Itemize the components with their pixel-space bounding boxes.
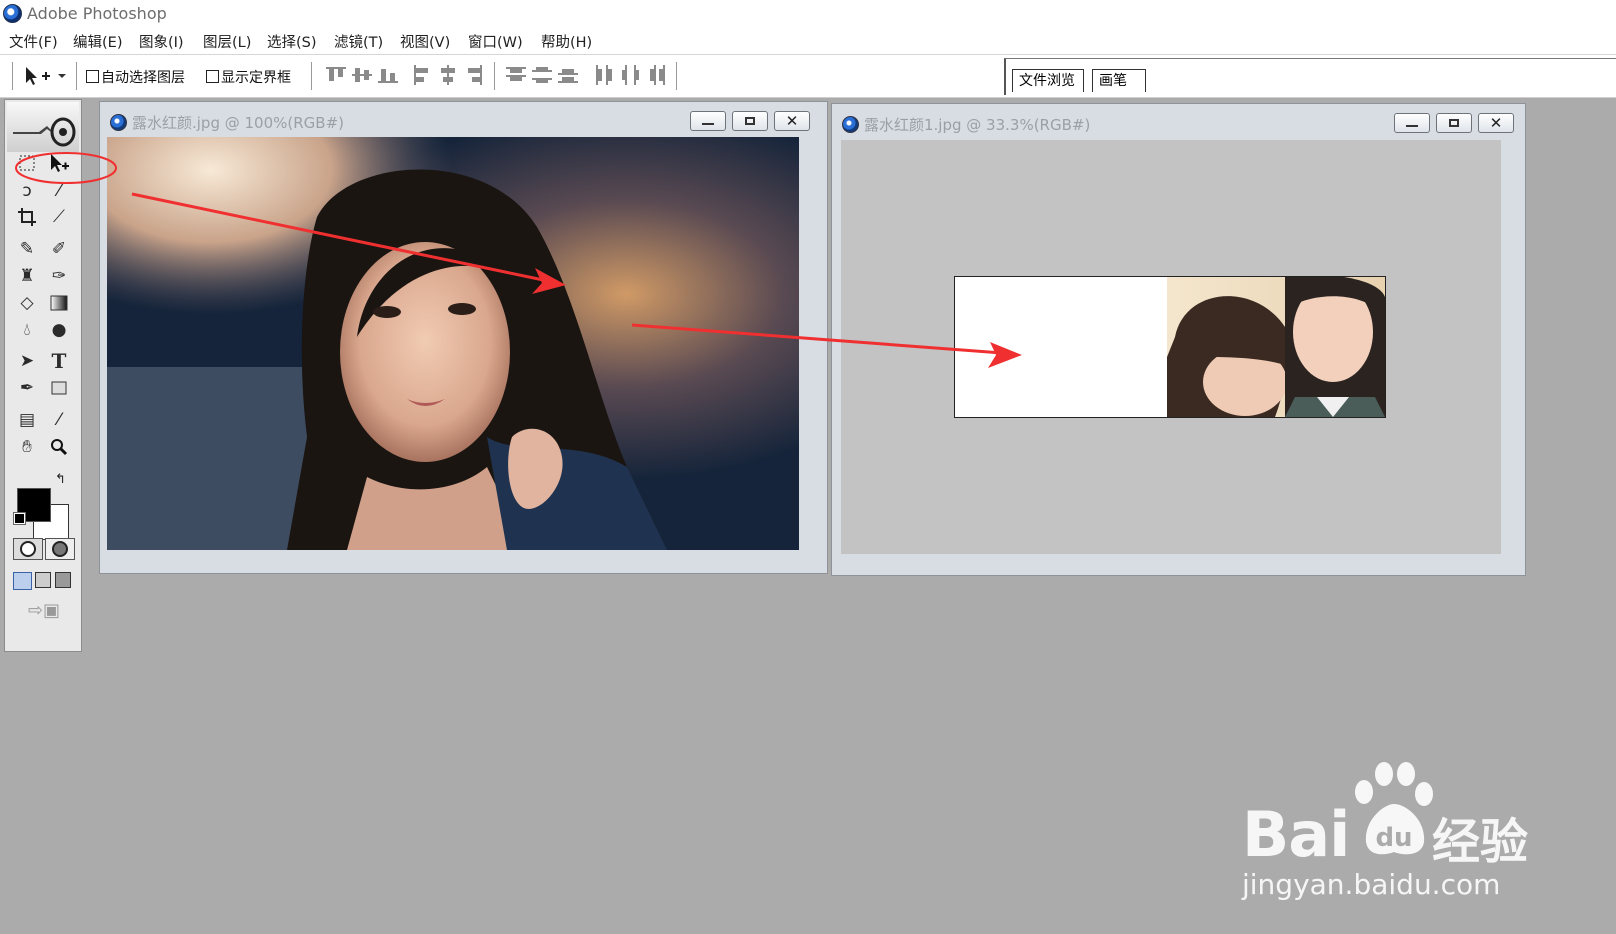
arrow-line-2 — [631, 323, 1003, 355]
arrow-line-1 — [131, 192, 549, 283]
highlight-ellipse — [15, 152, 117, 184]
du-glyph: du — [1375, 823, 1412, 853]
arrow-head-1-icon — [532, 268, 566, 294]
watermark-url: jingyan.baidu.com — [1242, 868, 1501, 901]
arrow-head-2-icon — [988, 342, 1022, 368]
watermark-brand: Bai — [1242, 798, 1350, 871]
watermark-brand-cn: 经验 — [1432, 814, 1529, 870]
baidu-paw-icon: du — [1355, 762, 1433, 855]
